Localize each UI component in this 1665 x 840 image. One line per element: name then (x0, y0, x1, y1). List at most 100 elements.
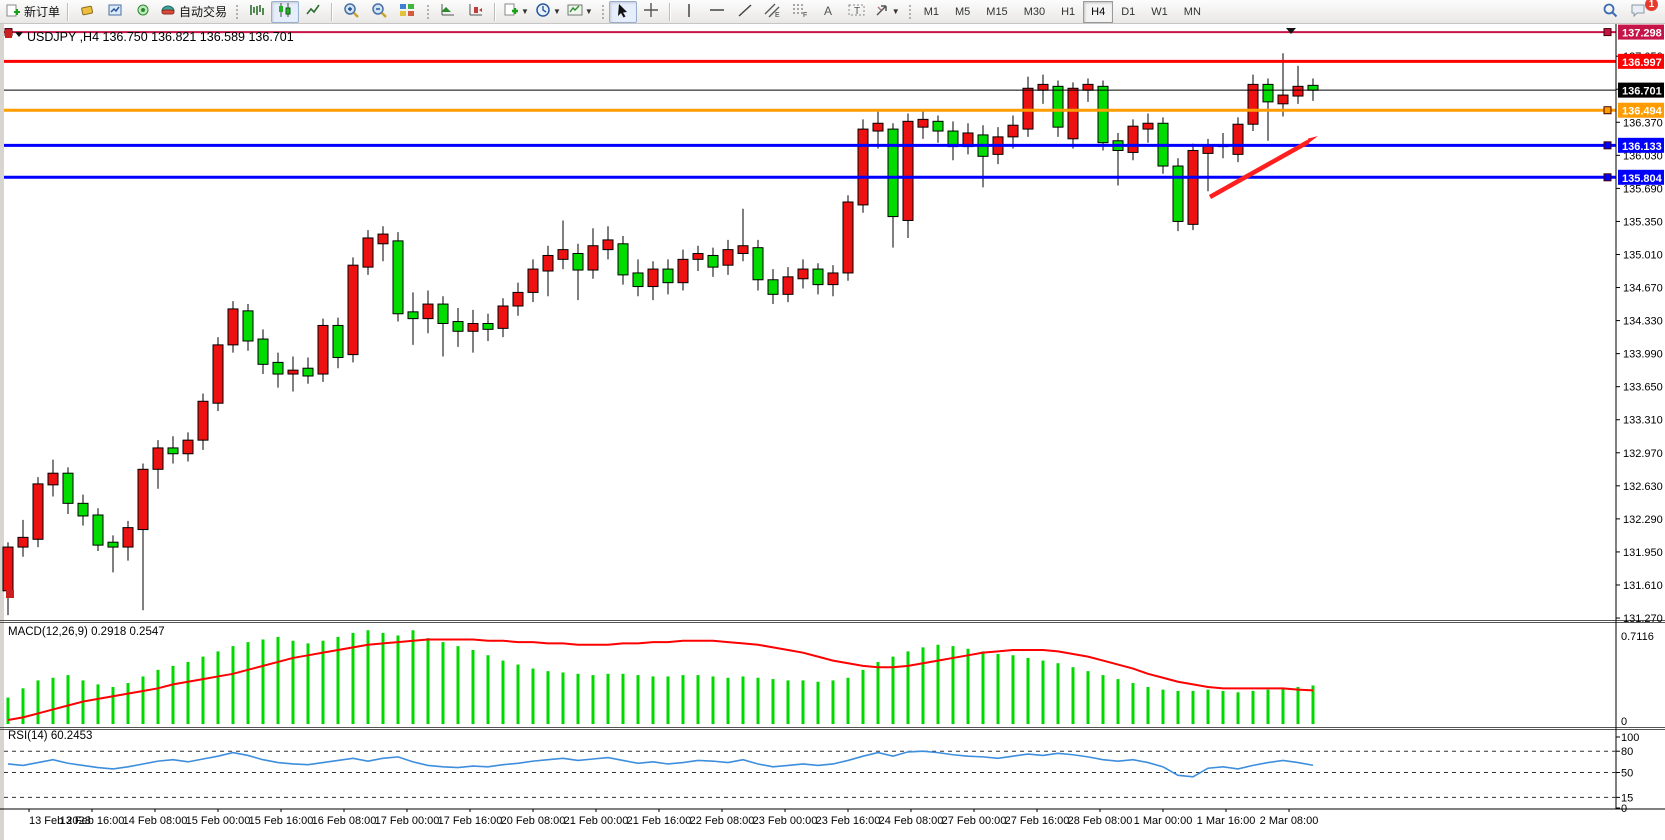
autotrading-button[interactable]: 自动交易 (157, 1, 230, 23)
timeframe-button-h4[interactable]: H4 (1083, 1, 1113, 23)
time-tick-label: 17 Feb 16:00 (438, 815, 503, 827)
indicators-button[interactable]: ▼ (500, 1, 532, 23)
horizontal-line-icon (709, 3, 725, 20)
candle-body (1053, 86, 1063, 127)
text-label-button[interactable]: T (843, 1, 871, 23)
text-button[interactable]: A (815, 1, 843, 23)
price-tick-label: 131.610 (1623, 580, 1663, 592)
market-watch-button[interactable] (73, 1, 101, 23)
timeframe-button-m1[interactable]: M1 (916, 1, 947, 23)
time-tick-label: 15 Feb 16:00 (249, 815, 314, 827)
equidistant-channel-button[interactable]: E (759, 1, 787, 23)
candlestick-chart-button[interactable] (271, 1, 299, 23)
time-tick-label: 28 Feb 08:00 (1068, 815, 1133, 827)
svg-text:A: A (824, 4, 832, 18)
autotrading-label: 自动交易 (179, 3, 227, 20)
candle-body (198, 401, 208, 440)
candle-body (753, 248, 763, 280)
candle-body (183, 440, 193, 454)
timeframe-button-d1[interactable]: D1 (1113, 1, 1143, 23)
candle-body (843, 202, 853, 273)
cursor-button[interactable] (609, 1, 637, 23)
candle-body (678, 259, 688, 282)
panel-divider[interactable] (0, 727, 1665, 728)
svg-text:F: F (803, 12, 807, 18)
periods-button[interactable]: ▼ (532, 1, 564, 23)
panel-divider[interactable] (0, 622, 1665, 623)
toolbar-grip[interactable] (234, 3, 239, 21)
candle-body (498, 306, 508, 328)
chat-bubble-icon (1630, 2, 1647, 21)
candle-body (588, 246, 598, 270)
search-button[interactable] (1596, 1, 1624, 23)
horizontal-line-button[interactable] (703, 1, 731, 23)
navigator-icon (135, 2, 151, 21)
chart-area[interactable]: USDJPY ,H4 136.750 136.821 136.589 136.7… (0, 24, 1665, 840)
candle-body (1173, 166, 1183, 221)
chart-shift-button[interactable] (462, 1, 490, 23)
candle-body (783, 277, 793, 294)
hline-handle[interactable] (1604, 142, 1611, 149)
toolbar-grip[interactable] (600, 3, 605, 21)
candle-body (138, 469, 148, 529)
rsi-scale-label: 80 (1621, 746, 1633, 758)
tile-windows-button[interactable] (393, 1, 421, 23)
candle-body (708, 255, 718, 267)
timeframe-button-m5[interactable]: M5 (947, 1, 978, 23)
new-order-button[interactable]: 新订单 (3, 1, 63, 23)
line-chart-button[interactable] (299, 1, 327, 23)
time-tick-label: 27 Feb 00:00 (942, 815, 1007, 827)
candlestick-chart-icon (277, 2, 293, 21)
zoom-out-button[interactable] (365, 1, 393, 23)
symbol-marker (5, 30, 12, 38)
fibonacci-button[interactable]: F (787, 1, 815, 23)
timeframe-button-w1[interactable]: W1 (1143, 1, 1176, 23)
bar-chart-button[interactable] (243, 1, 271, 23)
candle-body (933, 121, 943, 131)
candle-body (1308, 85, 1318, 90)
price-badge-value: 136.997 (1622, 57, 1662, 69)
hline-handle[interactable] (1604, 29, 1611, 36)
panel-divider[interactable] (0, 729, 1665, 730)
vertical-line-button[interactable] (675, 1, 703, 23)
panel-divider[interactable] (0, 620, 1665, 621)
candle-body (513, 292, 523, 306)
timeframe-button-m15[interactable]: M15 (978, 1, 1015, 23)
navigator-button[interactable] (129, 1, 157, 23)
candle-body (1233, 124, 1243, 154)
shapes-button[interactable]: ▼ (871, 1, 903, 23)
equidistant-channel-icon: E (764, 2, 781, 21)
periods-clock-icon (535, 2, 551, 21)
timeframe-button-mn[interactable]: MN (1176, 1, 1209, 23)
candle-body (348, 265, 358, 354)
data-window-button[interactable] (101, 1, 129, 23)
trendline-button[interactable] (731, 1, 759, 23)
price-badge-value: 136.701 (1622, 86, 1662, 98)
candle-body (768, 280, 778, 295)
crosshair-button[interactable] (637, 1, 665, 23)
candle-body (243, 311, 253, 341)
candle-body (828, 273, 838, 285)
autotrading-icon (160, 2, 176, 21)
zoom-in-button[interactable] (337, 1, 365, 23)
auto-scroll-button[interactable] (434, 1, 462, 23)
candle-body (1188, 150, 1198, 224)
scroll-marker[interactable] (6, 590, 14, 598)
timeframe-button-h1[interactable]: H1 (1053, 1, 1083, 23)
cursor-icon (615, 3, 630, 21)
svg-text:T: T (854, 6, 860, 17)
toolbar-grip[interactable] (907, 3, 912, 21)
price-tick-label: 135.350 (1623, 216, 1663, 228)
fibonacci-icon: F (792, 2, 809, 21)
templates-button[interactable]: ▼ (564, 1, 596, 23)
hline-handle[interactable] (1604, 174, 1611, 181)
chat-button[interactable]: 1 (1624, 1, 1652, 23)
toolbar-grip[interactable] (425, 3, 430, 21)
hline-handle[interactable] (1604, 107, 1611, 114)
price-tick-label: 136.370 (1623, 117, 1663, 129)
timeframe-button-m30[interactable]: M30 (1016, 1, 1053, 23)
candle-body (483, 324, 493, 330)
price-tick-label: 133.650 (1623, 382, 1663, 394)
candle-body (528, 269, 538, 292)
candle-body (648, 269, 658, 286)
